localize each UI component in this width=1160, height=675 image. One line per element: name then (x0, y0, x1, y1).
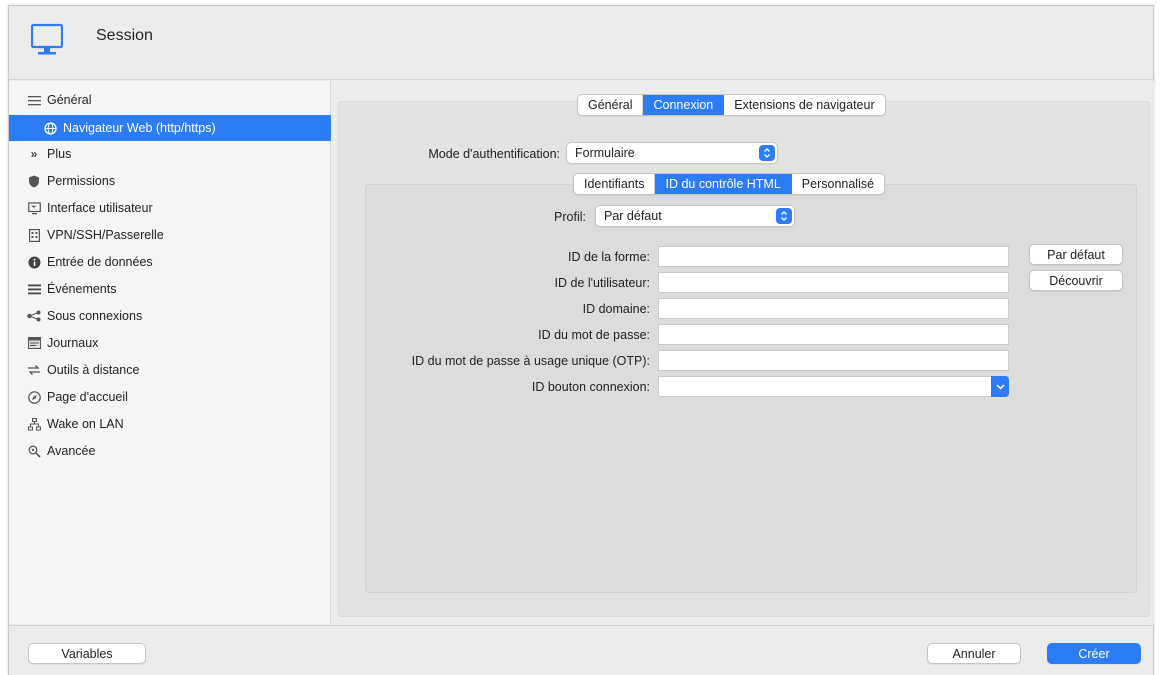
form-id-label: ID de la forme: (568, 250, 650, 264)
arrows-exchange-icon (27, 363, 41, 377)
sidebar-item-vpn[interactable]: VPN/SSH/Passerelle (9, 222, 331, 248)
info-circle-icon (27, 255, 41, 269)
login-button-id-combo[interactable] (658, 376, 1009, 397)
otp-id-field[interactable] (658, 350, 1009, 371)
shield-icon (27, 174, 41, 188)
form-id-field[interactable] (658, 246, 1009, 267)
footer: Variables Annuler Créer (9, 625, 1153, 675)
sidebar-item-label: Sous connexions (47, 309, 143, 323)
domain-id-label: ID domaine: (582, 302, 650, 316)
main-content: Général Connexion Extensions de navigate… (332, 81, 1154, 624)
password-id-field[interactable] (658, 324, 1009, 345)
sidebar-item-logs[interactable]: Journaux (9, 330, 331, 356)
sidebar-item-label: Avancée (47, 444, 96, 458)
password-id-label: ID du mot de passe: (538, 328, 650, 342)
sidebar-item-label: Journaux (47, 336, 99, 350)
globe-icon (43, 121, 57, 135)
variables-button[interactable]: Variables (28, 643, 146, 664)
network-icon (27, 417, 41, 431)
sidebar-item-advanced[interactable]: Avancée (9, 438, 331, 464)
monitor-icon (27, 201, 41, 215)
sidebar-item-remote-tools[interactable]: Outils à distance (9, 357, 331, 383)
sidebar-item-label: Navigateur Web (http/https) (63, 121, 216, 135)
discover-button[interactable]: Découvrir (1029, 270, 1123, 291)
sidebar-item-home-page[interactable]: Page d'accueil (9, 384, 331, 410)
tab-connexion[interactable]: Connexion (643, 95, 725, 115)
compass-icon (27, 390, 41, 404)
main-tabs: Général Connexion Extensions de navigate… (577, 94, 886, 116)
tab-custom[interactable]: Personnalisé (792, 174, 884, 194)
tab-general[interactable]: Général (578, 95, 644, 115)
monitor-icon (31, 23, 63, 55)
sidebar-item-web-browser[interactable]: Navigateur Web (http/https) (9, 115, 331, 141)
up-down-arrows-icon (759, 145, 775, 161)
html-control-panel: Identifiants ID du contrôle HTML Personn… (365, 173, 1137, 593)
up-down-arrows-icon (776, 208, 792, 224)
auth-mode-label: Mode d'authentification: (428, 147, 560, 161)
sidebar-item-label: Page d'accueil (47, 390, 128, 404)
sidebar-item-plus[interactable]: » Plus (9, 141, 331, 167)
sidebar-item-label: Entrée de données (47, 255, 153, 269)
tab-html-control-id[interactable]: ID du contrôle HTML (655, 174, 792, 194)
tab-credentials[interactable]: Identifiants (574, 174, 656, 194)
profile-select[interactable]: Par défaut (595, 205, 795, 227)
login-button-id-label: ID bouton connexion: (531, 380, 650, 394)
user-id-field[interactable] (658, 272, 1009, 293)
sidebar-item-label: Outils à distance (47, 363, 140, 377)
cancel-button[interactable]: Annuler (927, 643, 1021, 664)
sidebar-item-wake-on-lan[interactable]: Wake on LAN (9, 411, 331, 437)
sidebar-item-label: Interface utilisateur (47, 201, 153, 215)
sidebar-item-events[interactable]: Événements (9, 276, 331, 302)
sub-tabs: Identifiants ID du contrôle HTML Personn… (573, 173, 886, 195)
tab-panel: Général Connexion Extensions de navigate… (338, 94, 1150, 617)
share-nodes-icon (27, 309, 41, 323)
otp-id-label: ID du mot de passe à usage unique (OTP): (411, 354, 650, 368)
profile-value: Par défaut (604, 209, 662, 223)
auth-mode-select[interactable]: Formulaire (566, 142, 778, 164)
double-chevron-right-icon: » (30, 147, 38, 161)
domain-id-field[interactable] (658, 298, 1009, 319)
menu-lines-icon (27, 93, 41, 107)
sidebar-item-general[interactable]: Général (9, 87, 331, 113)
sidebar-item-user-interface[interactable]: Interface utilisateur (9, 195, 331, 221)
sidebar-item-sub-connections[interactable]: Sous connexions (9, 303, 331, 329)
chevron-down-icon[interactable] (991, 376, 1009, 397)
session-window: Session Général Navigateur Web (http/htt… (8, 5, 1154, 675)
create-button[interactable]: Créer (1047, 643, 1141, 664)
list-lines-icon (27, 282, 41, 296)
user-id-label: ID de l'utilisateur: (554, 276, 650, 290)
header: Session (9, 6, 1153, 80)
log-table-icon (27, 336, 41, 350)
server-icon (27, 228, 41, 242)
tab-browser-extensions[interactable]: Extensions de navigateur (724, 95, 884, 115)
window-title: Session (96, 27, 153, 44)
sidebar-item-label: Général (47, 93, 92, 107)
magnifier-icon (27, 444, 41, 458)
default-button[interactable]: Par défaut (1029, 244, 1123, 265)
profile-label: Profil: (554, 210, 586, 224)
sidebar-item-data-entry[interactable]: Entrée de données (9, 249, 331, 275)
sidebar-item-permissions[interactable]: Permissions (9, 168, 331, 194)
sidebar-item-label: Wake on LAN (47, 417, 124, 431)
sidebar-item-label: VPN/SSH/Passerelle (47, 228, 164, 242)
auth-mode-value: Formulaire (575, 146, 635, 160)
sidebar-item-label: Événements (47, 282, 117, 296)
sidebar: Général Navigateur Web (http/https) » Pl… (9, 81, 331, 624)
sidebar-item-label: Permissions (47, 174, 116, 188)
sidebar-item-label: Plus (47, 147, 72, 161)
